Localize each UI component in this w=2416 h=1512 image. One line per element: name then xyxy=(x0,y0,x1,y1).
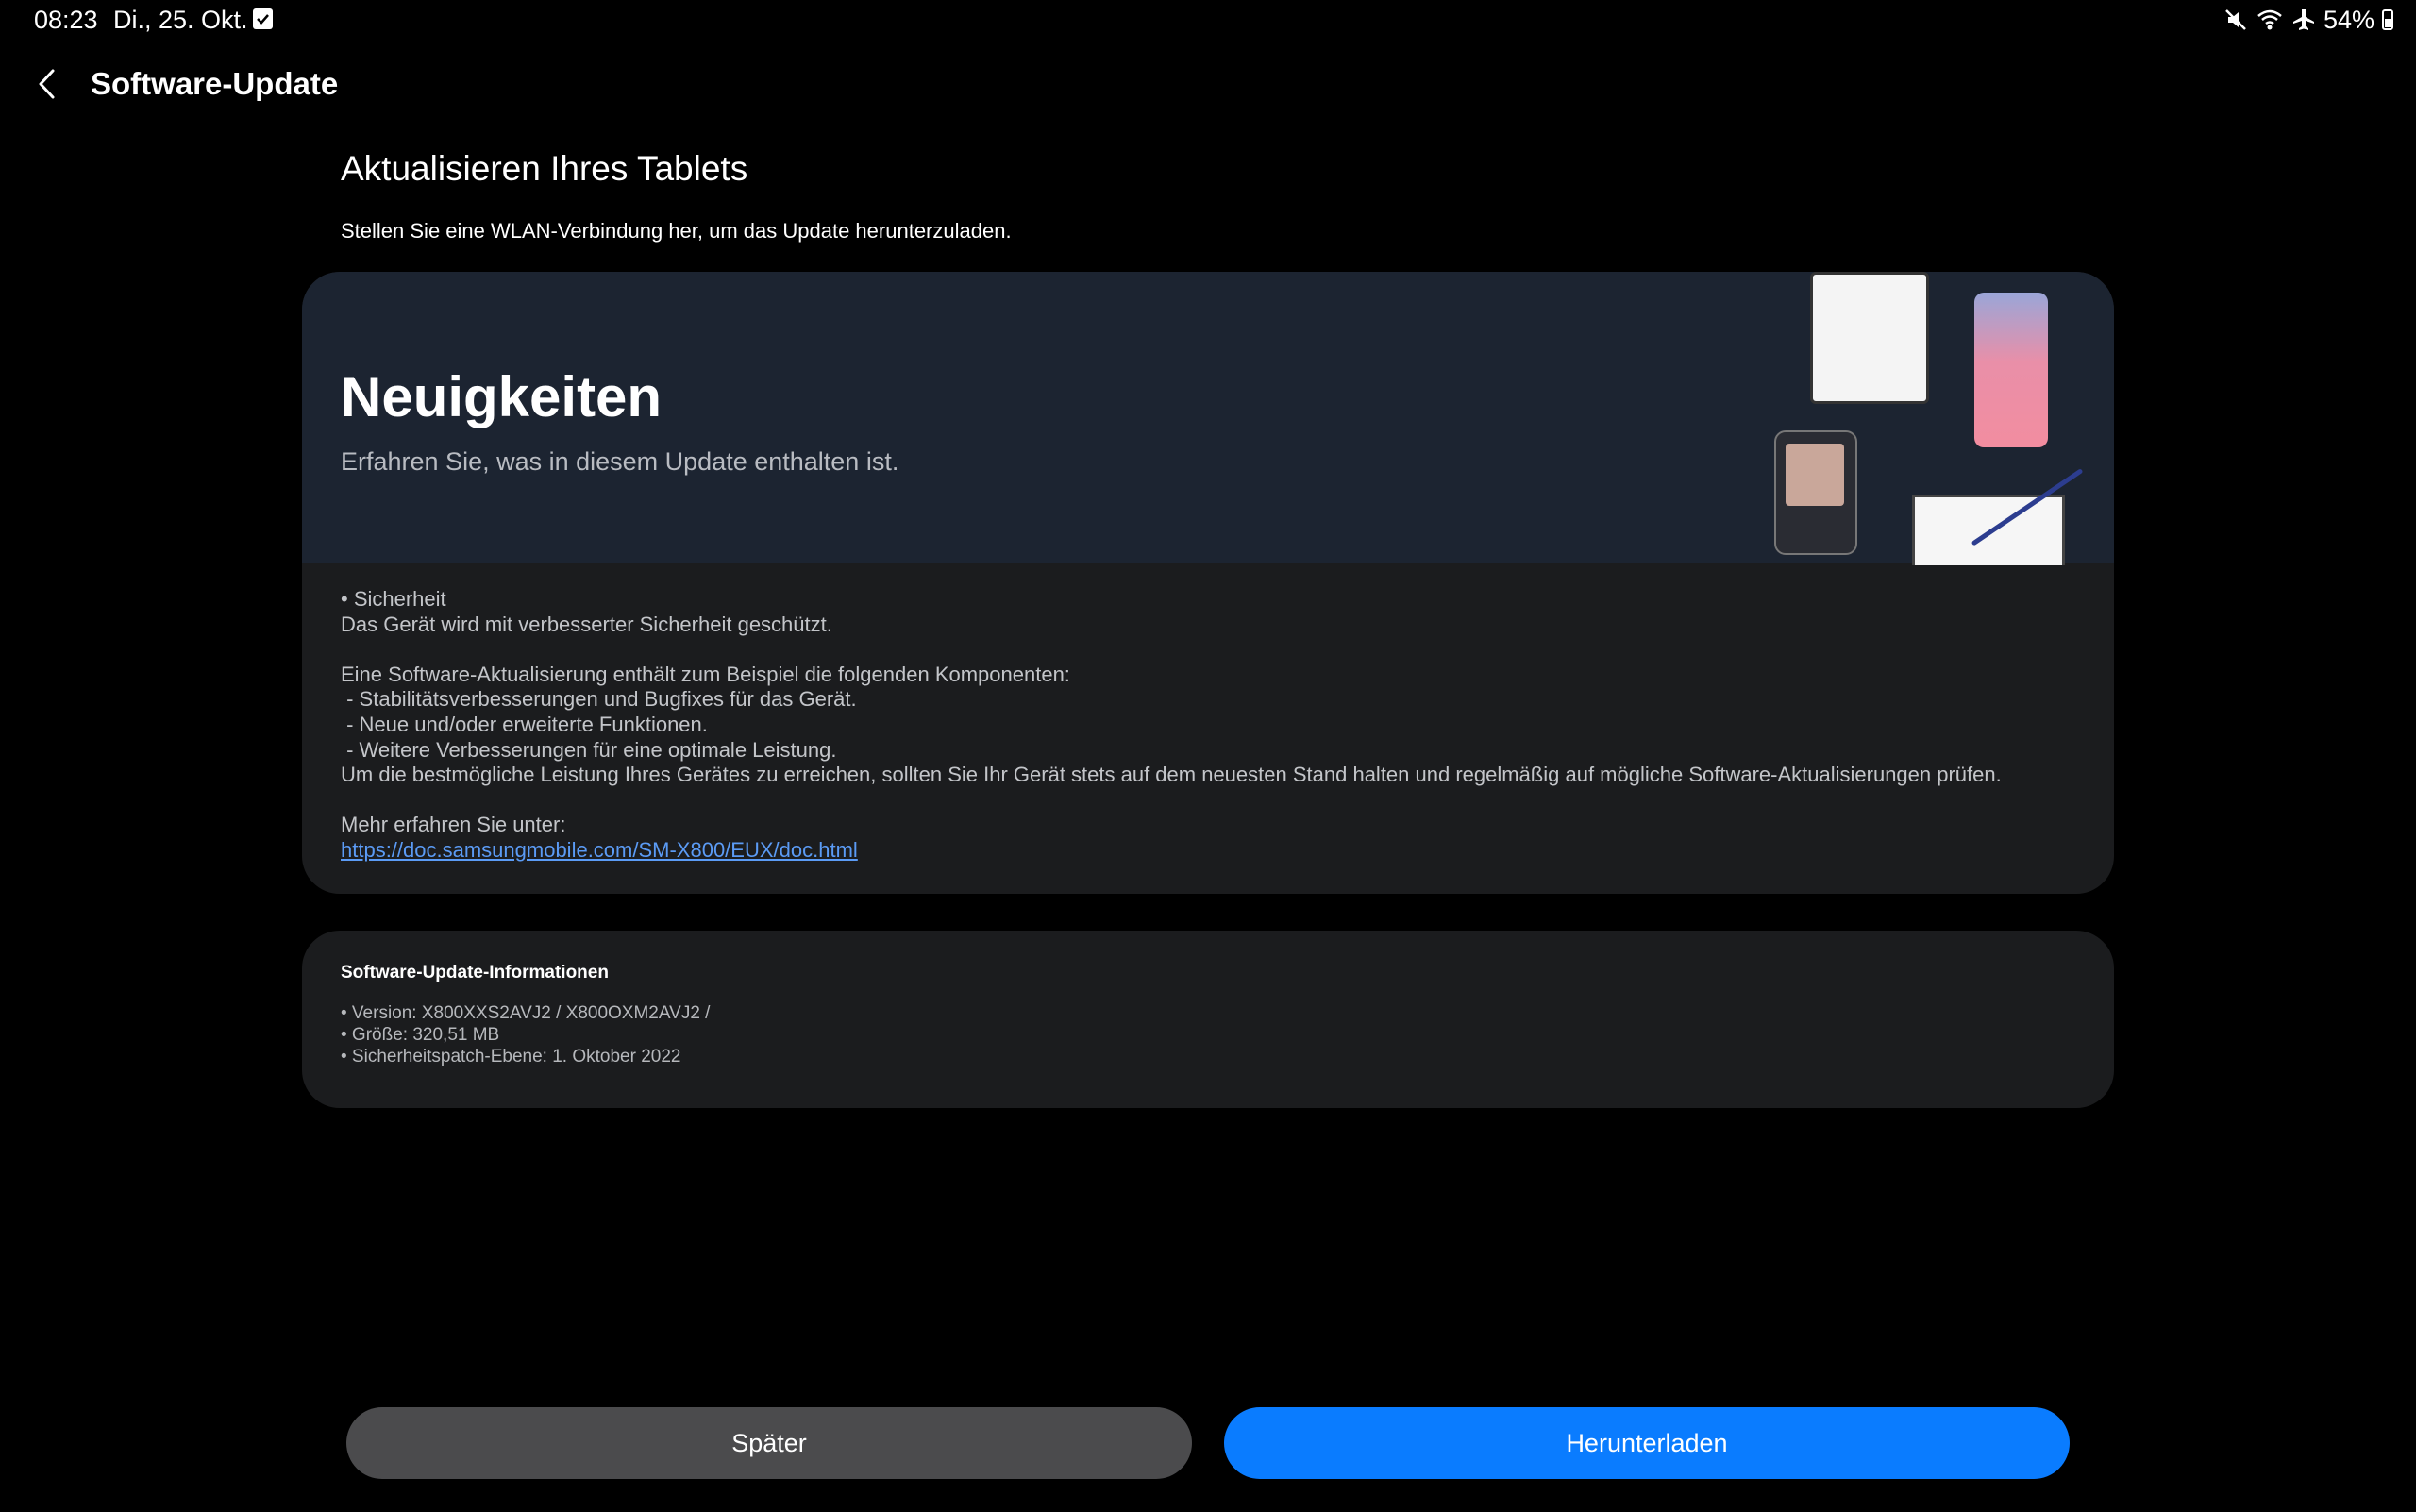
section-title: Aktualisieren Ihres Tablets xyxy=(341,149,748,188)
update-info-list: • Version: X800XXS2AVJ2 / X800OXM2AVJ2 /… xyxy=(341,1002,710,1067)
news-line: - Stabilitätsverbesserungen und Bugfixes… xyxy=(341,687,857,712)
update-info-title: Software-Update-Informationen xyxy=(341,963,609,983)
devices-illustration xyxy=(1774,272,2114,565)
status-date: Di., 25. Okt. xyxy=(113,6,248,34)
news-line: Eine Software-Aktualisierung enthält zum… xyxy=(341,662,1070,686)
back-arrow-icon xyxy=(39,69,55,99)
version-info: • Version: X800XXS2AVJ2 / X800OXM2AVJ2 / xyxy=(341,1003,711,1023)
news-line: • Sicherheit xyxy=(341,587,446,611)
news-card: Neuigkeiten Erfahren Sie, was in diesem … xyxy=(302,272,2114,894)
news-subtitle: Erfahren Sie, was in diesem Update entha… xyxy=(341,447,899,476)
news-line: Mehr erfahren Sie unter: xyxy=(341,813,566,837)
battery-percent: 54% xyxy=(2323,5,2374,34)
status-time: 08:23 xyxy=(34,6,98,34)
update-info-card: Software-Update-Informationen • Version:… xyxy=(302,931,2114,1108)
status-bar: 08:23 Di., 25. Okt. 54% xyxy=(0,0,2416,42)
wifi-hint: Stellen Sie eine WLAN-Verbindung her, um… xyxy=(341,219,1012,243)
checklist-icon xyxy=(253,8,273,29)
news-title: Neuigkeiten xyxy=(341,365,663,428)
phone-illustration xyxy=(1974,293,2048,447)
news-body: • Sicherheit Das Gerät wird mit verbesse… xyxy=(341,587,2096,864)
back-button[interactable] xyxy=(25,62,68,106)
news-line: - Weitere Verbesserungen für eine optima… xyxy=(341,737,837,762)
news-line: Um die bestmögliche Leistung Ihres Gerät… xyxy=(341,763,2002,787)
status-icons: 54% xyxy=(2223,6,2393,34)
security-patch-info: • Sicherheitspatch-Ebene: 1. Oktober 202… xyxy=(341,1047,681,1067)
battery-icon xyxy=(2382,9,2393,30)
flip-phone-screen xyxy=(1786,444,1844,506)
page-title: Software-Update xyxy=(91,66,339,101)
news-line: Das Gerät wird mit verbesserter Sicherhe… xyxy=(341,612,832,636)
download-button[interactable]: Herunterladen xyxy=(1224,1407,2070,1479)
flip-phone-illustration xyxy=(1774,430,1857,555)
airplane-icon xyxy=(2292,9,2314,30)
size-info: • Größe: 320,51 MB xyxy=(341,1025,500,1045)
later-button[interactable]: Später xyxy=(346,1407,1192,1479)
news-banner: Neuigkeiten Erfahren Sie, was in diesem … xyxy=(302,272,2114,565)
doc-link[interactable]: https://doc.samsungmobile.com/SM-X800/EU… xyxy=(341,838,858,862)
wifi-icon xyxy=(2257,9,2282,30)
mute-icon xyxy=(2225,9,2246,30)
news-line: - Neue und/oder erweiterte Funktionen. xyxy=(341,712,708,736)
tablet-illustration xyxy=(1810,272,1929,404)
